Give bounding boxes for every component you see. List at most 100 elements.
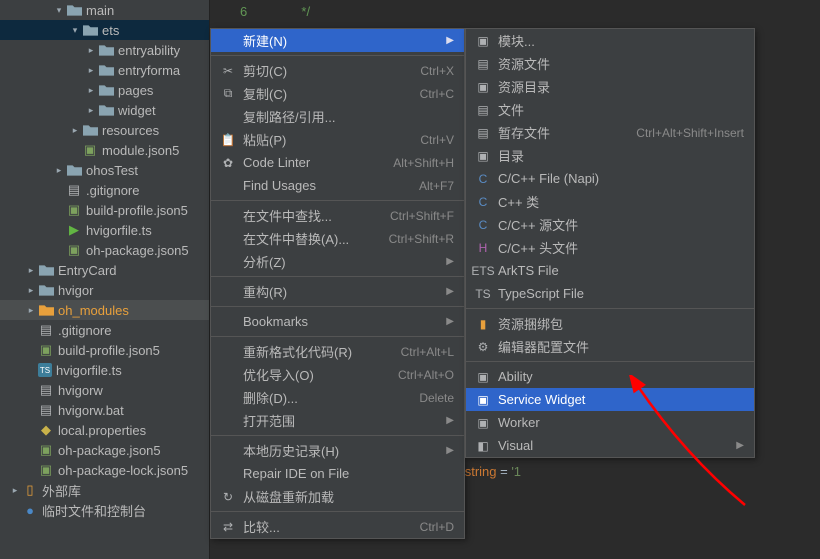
tree-file-hvigorfile-ts[interactable]: TShvigorfile.ts (0, 360, 209, 380)
tree-file-build-profile[interactable]: ▣build-profile.json5 (0, 200, 209, 220)
menu-item-replace-in-files[interactable]: 在文件中替换(A)...Ctrl+Shift+R (211, 227, 464, 250)
menu-item-typescript[interactable]: TSTypeScript File (466, 282, 754, 305)
menu-item-delete[interactable]: 删除(D)...Delete (211, 386, 464, 409)
gitignore-icon: ▤ (66, 182, 82, 198)
file-icon: ▤ (474, 103, 492, 117)
c-file-icon: C (474, 172, 492, 186)
reload-icon: ↻ (219, 490, 237, 504)
json5-icon: ▣ (66, 202, 82, 218)
tree-folder-entryability[interactable]: ▸entryability (0, 40, 209, 60)
tree-folder-entrycard[interactable]: ▸EntryCard (0, 260, 209, 280)
tree-folder-ets[interactable]: ▾ets (0, 20, 209, 40)
context-menu: 新建(N)▶ ✂剪切(C)Ctrl+X ⧉复制(C)Ctrl+C 复制路径/引用… (210, 28, 465, 539)
tree-folder-oh-modules[interactable]: ▸oh_modules (0, 300, 209, 320)
menu-item-worker[interactable]: ▣Worker (466, 411, 754, 434)
menu-item-arkts[interactable]: ETSArkTS File (466, 259, 754, 282)
tree-folder-widget[interactable]: ▸widget (0, 100, 209, 120)
folder-icon (82, 22, 98, 38)
menu-item-editorconfig[interactable]: ⚙编辑器配置文件 (466, 335, 754, 358)
menu-item-cc-source[interactable]: CC/C++ 源文件 (466, 213, 754, 236)
menu-item-reload-disk[interactable]: ↻从磁盘重新加载 (211, 485, 464, 508)
folder-icon: ▣ (474, 149, 492, 163)
folder-icon (98, 102, 114, 118)
tree-folder-main[interactable]: ▾main (0, 0, 209, 20)
folder-icon (38, 262, 54, 278)
menu-item-compare[interactable]: ⇄比较...Ctrl+D (211, 515, 464, 538)
submenu-arrow-icon: ▶ (446, 256, 454, 267)
tree-file-hvigorw-bat[interactable]: ▤hvigorw.bat (0, 400, 209, 420)
tree-folder-pages[interactable]: ▸pages (0, 80, 209, 100)
menu-item-analyze[interactable]: 分析(Z)▶ (211, 250, 464, 273)
json5-icon: ▣ (38, 342, 54, 358)
module-icon: ▣ (474, 34, 492, 48)
menu-item-resource-file[interactable]: ▤资源文件 (466, 52, 754, 75)
menu-item-new[interactable]: 新建(N)▶ (211, 29, 464, 52)
tree-file-build-profile[interactable]: ▣build-profile.json5 (0, 340, 209, 360)
menu-item-directory[interactable]: ▣目录 (466, 144, 754, 167)
menu-item-cpp-class[interactable]: CC++ 类 (466, 190, 754, 213)
menu-item-code-linter[interactable]: ✿Code LinterAlt+Shift+H (211, 151, 464, 174)
menu-item-repair-ide[interactable]: Repair IDE on File (211, 462, 464, 485)
menu-item-cut[interactable]: ✂剪切(C)Ctrl+X (211, 59, 464, 82)
json5-icon: ▣ (82, 142, 98, 158)
paste-icon: 📋 (219, 133, 237, 147)
menu-item-scratch-file[interactable]: ▤暂存文件Ctrl+Alt+Shift+Insert (466, 121, 754, 144)
tree-scratches[interactable]: ●临时文件和控制台 (0, 500, 209, 520)
menu-item-resource-bundle[interactable]: ▮资源捆绑包 (466, 312, 754, 335)
menu-item-visual[interactable]: ◧Visual▶ (466, 434, 754, 457)
tree-file-local-properties[interactable]: ◆local.properties (0, 420, 209, 440)
menu-item-cc-napi[interactable]: CC/C++ File (Napi) (466, 167, 754, 190)
menu-item-optimize-imports[interactable]: 优化导入(O)Ctrl+Alt+O (211, 363, 464, 386)
menu-item-copy[interactable]: ⧉复制(C)Ctrl+C (211, 82, 464, 105)
menu-item-copy-path[interactable]: 复制路径/引用... (211, 105, 464, 128)
widget-icon: ▣ (474, 393, 492, 407)
tree-folder-hvigor[interactable]: ▸hvigor (0, 280, 209, 300)
menu-item-file[interactable]: ▤文件 (466, 98, 754, 121)
folder-icon (66, 162, 82, 178)
tree-file-gitignore[interactable]: ▤.gitignore (0, 320, 209, 340)
compare-icon: ⇄ (219, 520, 237, 534)
chevron-down-icon: ▾ (54, 5, 64, 16)
json5-icon: ▣ (66, 242, 82, 258)
menu-separator (211, 511, 464, 512)
menu-item-open-in[interactable]: 打开范围▶ (211, 409, 464, 432)
chevron-down-icon: ▾ (70, 25, 80, 36)
menu-item-paste[interactable]: 📋粘贴(P)Ctrl+V (211, 128, 464, 151)
menu-separator (211, 55, 464, 56)
menu-separator (211, 200, 464, 201)
menu-item-find-usages[interactable]: Find UsagesAlt+F7 (211, 174, 464, 197)
submenu-new: ▣模块... ▤资源文件 ▣资源目录 ▤文件 ▤暂存文件Ctrl+Alt+Shi… (465, 28, 755, 458)
submenu-arrow-icon: ▶ (446, 316, 454, 327)
properties-icon: ◆ (38, 422, 54, 438)
tree-file-oh-package[interactable]: ▣oh-package.json5 (0, 240, 209, 260)
menu-item-ability[interactable]: ▣Ability (466, 365, 754, 388)
tree-file-oh-package-lock[interactable]: ▣oh-package-lock.json5 (0, 460, 209, 480)
tree-folder-resources[interactable]: ▸resources (0, 120, 209, 140)
tree-external-libs[interactable]: ▸▯外部库 (0, 480, 209, 500)
menu-item-resource-dir[interactable]: ▣资源目录 (466, 75, 754, 98)
menu-item-module[interactable]: ▣模块... (466, 29, 754, 52)
tree-file-oh-package[interactable]: ▣oh-package.json5 (0, 440, 209, 460)
menu-item-find-in-files[interactable]: 在文件中查找...Ctrl+Shift+F (211, 204, 464, 227)
tree-file-hvigorw[interactable]: ▤hvigorw (0, 380, 209, 400)
menu-item-reformat[interactable]: 重新格式化代码(R)Ctrl+Alt+L (211, 340, 464, 363)
menu-item-local-history[interactable]: 本地历史记录(H)▶ (211, 439, 464, 462)
ets-icon: ETS (474, 264, 492, 278)
menu-separator (211, 336, 464, 337)
cpp-icon: C (474, 195, 492, 209)
tree-file-gitignore[interactable]: ▤.gitignore (0, 180, 209, 200)
menu-item-refactor[interactable]: 重构(R)▶ (211, 280, 464, 303)
run-icon: ▶ (66, 222, 82, 238)
tree-folder-ohostest[interactable]: ▸ohosTest (0, 160, 209, 180)
menu-item-service-widget[interactable]: ▣Service Widget (466, 388, 754, 411)
chevron-right-icon: ▸ (10, 485, 20, 496)
tree-file-module-json5[interactable]: ▣module.json5 (0, 140, 209, 160)
bundle-icon: ▮ (474, 317, 492, 331)
gear-icon: ⚙ (474, 340, 492, 354)
tree-file-hvigorfile-ts[interactable]: ▶hvigorfile.ts (0, 220, 209, 240)
menu-item-bookmarks[interactable]: Bookmarks▶ (211, 310, 464, 333)
tree-folder-entryforma[interactable]: ▸entryforma (0, 60, 209, 80)
chevron-right-icon: ▸ (86, 65, 96, 76)
menu-item-cc-header[interactable]: HC/C++ 头文件 (466, 236, 754, 259)
ts-icon: TS (38, 363, 52, 377)
